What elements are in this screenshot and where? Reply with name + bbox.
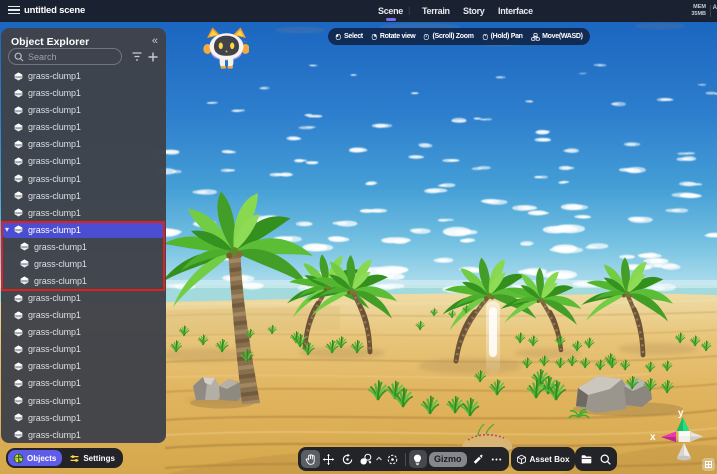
svg-text:x: x <box>650 432 656 443</box>
